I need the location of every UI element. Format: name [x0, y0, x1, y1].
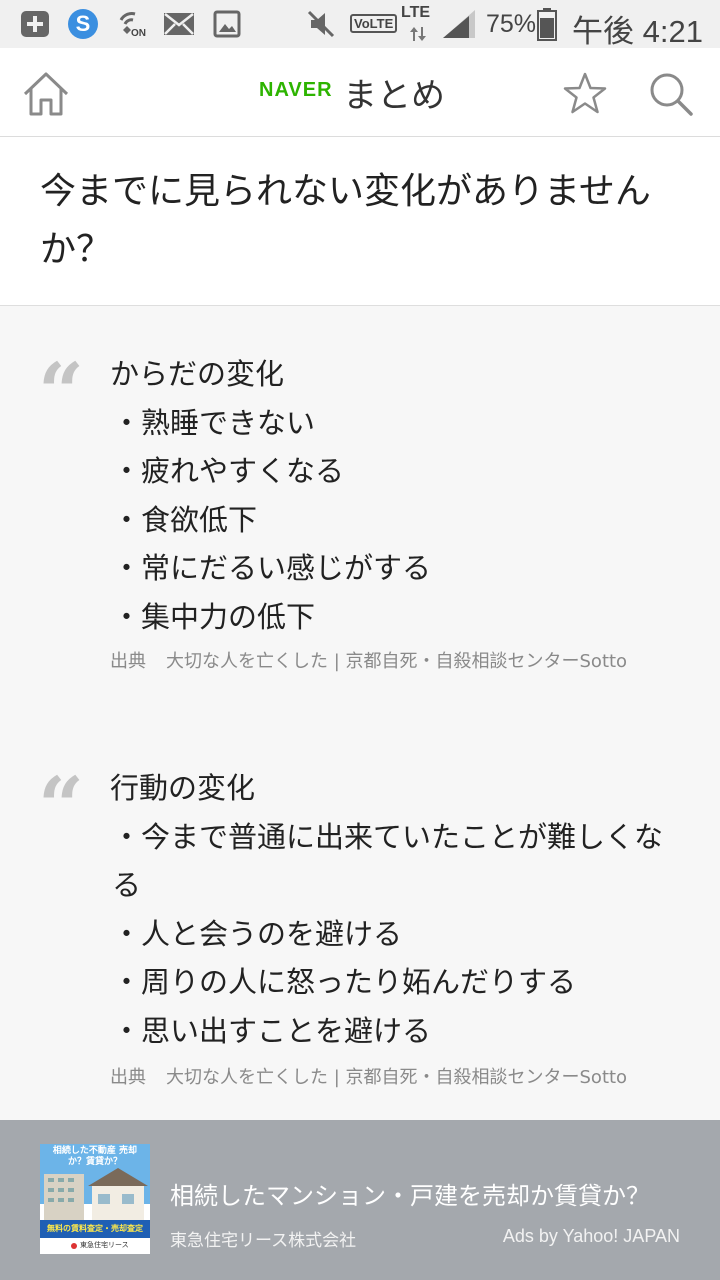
quote-heading: 行動の変化: [110, 771, 256, 805]
matome-logo[interactable]: まとめ: [343, 68, 445, 117]
app-s-icon: S: [66, 8, 100, 40]
quote-list-item: ・食欲低下: [112, 502, 258, 537]
article-title-section: 今までに見られない変化がありませんか？: [0, 137, 720, 306]
battery-percent: 75%: [486, 10, 537, 38]
quote-list-item: ・疲れやすくなる: [112, 454, 345, 488]
gallery-icon: [210, 8, 244, 40]
quote-list-item: ・周りの人に怒ったり妬んだりする: [112, 965, 577, 999]
status-bar: S ON VoLTE LTE 75% 午後 4:21: [0, 0, 720, 49]
quote-block: “ からだの変化 ・熟睡できない ・疲れやすくなる ・食欲低下 ・常にだるい感じ…: [0, 352, 720, 702]
ad-thumb-headline: 相続した不動産 売却か？賃貸か？: [52, 1146, 138, 1167]
search-icon[interactable]: [647, 70, 695, 118]
source-label: 出典: [110, 651, 146, 672]
quote-body: 行動の変化 ・今まで普通に出来ていたことが難しくなる ・人と会うのを避ける ・周…: [110, 764, 690, 1055]
battery-icon: [536, 8, 558, 41]
mute-icon: [304, 8, 338, 40]
quote-body: からだの変化 ・熟睡できない ・疲れやすくなる ・食欲低下 ・常にだるい感じがす…: [110, 350, 690, 641]
quote-source: 出典 大切な人を亡くした | 京都自死・自殺相談センターSotto: [110, 651, 670, 697]
quote-mark-icon: “: [38, 759, 85, 853]
ad-thumb-banner: 無料の賃料査定・売却査定: [47, 1224, 143, 1233]
app-header: NAVER まとめ: [0, 48, 720, 137]
source-link[interactable]: 大切な人を亡くした | 京都自死・自殺相談センターSotto: [166, 1067, 666, 1089]
ad-advertiser: 東急住宅リース株式会社: [170, 1231, 357, 1251]
ad-thumb-logo: 東急住宅リース: [80, 1241, 129, 1249]
star-icon[interactable]: [561, 70, 609, 118]
home-icon[interactable]: [20, 68, 72, 120]
clock: 午後 4:21: [572, 14, 703, 49]
source-link[interactable]: 大切な人を亡くした | 京都自死・自殺相談センターSotto: [166, 651, 666, 673]
quote-block: “ 行動の変化 ・今まで普通に出来ていたことが難しくなる ・人と会うのを避ける …: [0, 766, 720, 1116]
quote-heading: からだの変化: [110, 357, 285, 391]
naver-logo[interactable]: NAVER: [259, 79, 333, 102]
quote-list-item: ・集中力の低下: [112, 599, 316, 634]
quote-list-item: ・思い出すことを避ける: [112, 1013, 432, 1048]
quote-list-item: ・常にだるい感じがする: [112, 551, 432, 585]
wifi-on-label: ON: [131, 28, 146, 39]
quote-list-item: ・人と会うのを避ける: [112, 916, 403, 951]
ad-title[interactable]: 相続したマンション・戸建を売却か賃貸か？: [170, 1176, 690, 1211]
signal-icon: [440, 8, 478, 40]
quote-list-item: ・今まで普通に出来ていたことが難しくなる: [112, 819, 664, 903]
mail-icon: [162, 8, 196, 40]
quote-mark-icon: “: [38, 345, 85, 439]
add-notification-icon: [18, 8, 52, 40]
data-arrows-icon: [408, 26, 428, 42]
quote-list-item: ・熟睡できない: [112, 405, 316, 440]
article-title: 今までに見られない変化がありませんか？: [40, 171, 651, 270]
lte-indicator: LTE: [401, 4, 431, 21]
ad-thumbnail[interactable]: 相続した不動産 売却か？賃貸か？ 無料の賃料査定・売却査定 東急住宅リース: [40, 1144, 150, 1254]
source-label: 出典: [110, 1067, 146, 1088]
ad-banner[interactable]: 相続した不動産 売却か？賃貸か？ 無料の賃料査定・売却査定 東急住宅リース 相続…: [0, 1120, 720, 1280]
quote-source: 出典 大切な人を亡くした | 京都自死・自殺相談センターSotto: [110, 1067, 670, 1113]
ad-credit[interactable]: Ads by Yahoo! JAPAN: [503, 1226, 680, 1247]
volte-indicator: VoLTE: [350, 14, 398, 33]
svg-text:S: S: [76, 11, 91, 36]
